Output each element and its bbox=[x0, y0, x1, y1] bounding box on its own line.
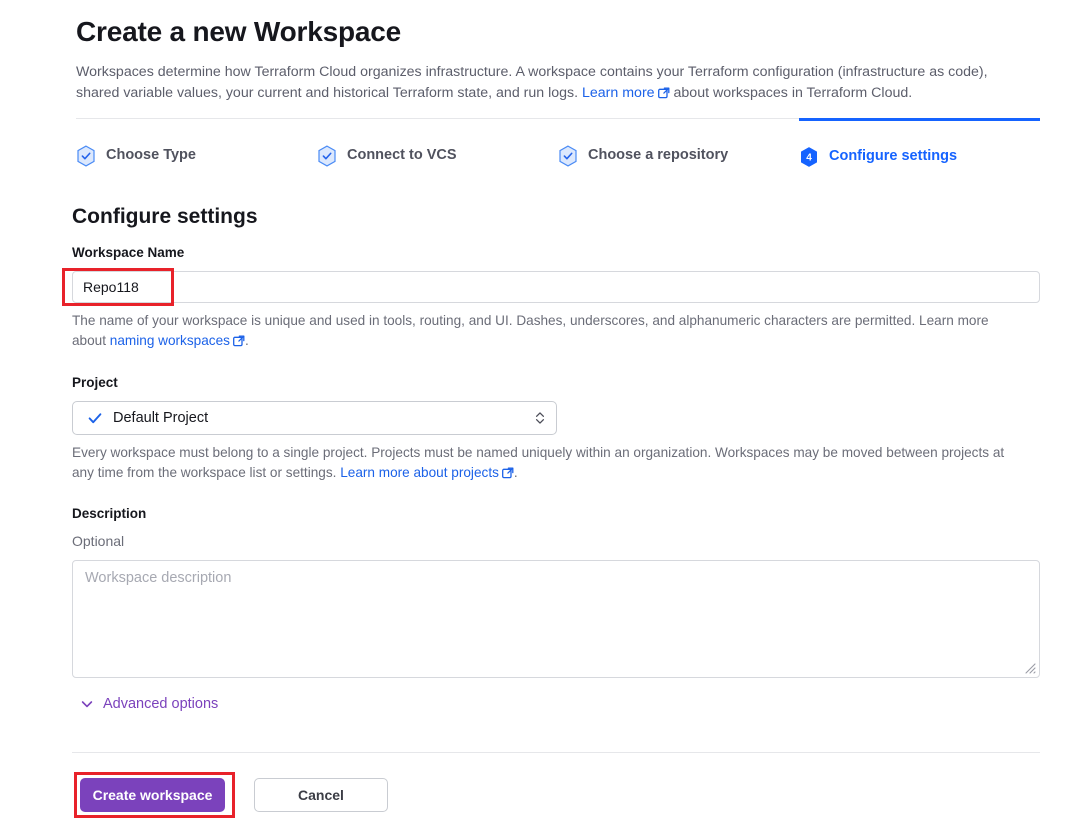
step-choose-type[interactable]: Choose Type bbox=[76, 119, 317, 172]
check-hexagon-icon bbox=[77, 144, 95, 167]
external-link-icon bbox=[232, 335, 245, 347]
project-help-part2: . bbox=[513, 465, 518, 480]
svg-text:4: 4 bbox=[806, 152, 812, 163]
check-hexagon-icon bbox=[559, 144, 577, 167]
learn-more-workspaces-link[interactable]: Learn more bbox=[582, 85, 655, 101]
create-workspace-label: Create workspace bbox=[92, 787, 213, 803]
step-choose-a-repository[interactable]: Choose a repository bbox=[558, 119, 799, 172]
check-icon bbox=[88, 413, 102, 424]
step-label: Choose a repository bbox=[588, 147, 729, 164]
naming-workspaces-label: naming workspaces bbox=[109, 333, 230, 348]
project-help: Every workspace must belong to a single … bbox=[72, 443, 1012, 483]
workspace-name-help: The name of your workspace is unique and… bbox=[72, 311, 1012, 351]
workspace-name-label: Workspace Name bbox=[72, 245, 185, 260]
name-help-part2: . bbox=[244, 333, 249, 348]
advanced-options-label: Advanced options bbox=[103, 696, 219, 712]
intro-text-part2: about workspaces in Terraform Cloud. bbox=[669, 85, 913, 101]
page-description: Workspaces determine how Terraform Cloud… bbox=[76, 62, 1024, 104]
create-workspace-page: Create a new Workspace Workspaces determ… bbox=[0, 0, 1072, 821]
cancel-label: Cancel bbox=[298, 787, 344, 803]
learn-more-projects-link[interactable]: Learn more about projects bbox=[340, 465, 499, 480]
project-selected-value: Default Project bbox=[113, 410, 209, 426]
project-select[interactable]: Default Project bbox=[72, 401, 557, 435]
workspace-name-input[interactable] bbox=[72, 271, 1040, 303]
external-link-icon bbox=[657, 87, 670, 99]
description-textarea[interactable] bbox=[72, 560, 1040, 678]
naming-workspaces-link[interactable]: naming workspaces bbox=[110, 333, 230, 348]
check-hexagon-icon bbox=[318, 144, 336, 167]
step-label: Choose Type bbox=[106, 147, 196, 164]
chevron-up-down-icon bbox=[535, 412, 545, 424]
chevron-down-icon bbox=[81, 701, 93, 708]
description-optional-label: Optional bbox=[72, 533, 125, 549]
description-label: Description bbox=[72, 506, 147, 521]
page-title: Create a new Workspace bbox=[76, 16, 402, 47]
advanced-options-toggle[interactable]: Advanced options bbox=[80, 696, 218, 712]
step-connect-to-vcs[interactable]: Connect to VCS bbox=[317, 119, 558, 172]
project-label: Project bbox=[72, 375, 118, 390]
section-title: Configure settings bbox=[72, 205, 258, 228]
step-configure-settings[interactable]: 4 Configure settings bbox=[799, 118, 1040, 172]
project-help-part1: Every workspace must belong to a single … bbox=[72, 445, 1005, 480]
step-label: Configure settings bbox=[829, 148, 958, 165]
create-workspace-button[interactable]: Create workspace bbox=[80, 778, 225, 812]
cancel-button[interactable]: Cancel bbox=[254, 778, 388, 812]
step-label: Connect to VCS bbox=[347, 147, 457, 164]
stepper: Choose Type Connect to VCS Choose a repo… bbox=[76, 118, 1040, 172]
learn-more-label: Learn more bbox=[582, 85, 655, 101]
learn-more-projects-label: Learn more about projects bbox=[340, 465, 499, 480]
number-hexagon-icon: 4 bbox=[801, 146, 817, 167]
external-link-icon bbox=[501, 467, 514, 479]
form-divider bbox=[72, 752, 1040, 753]
